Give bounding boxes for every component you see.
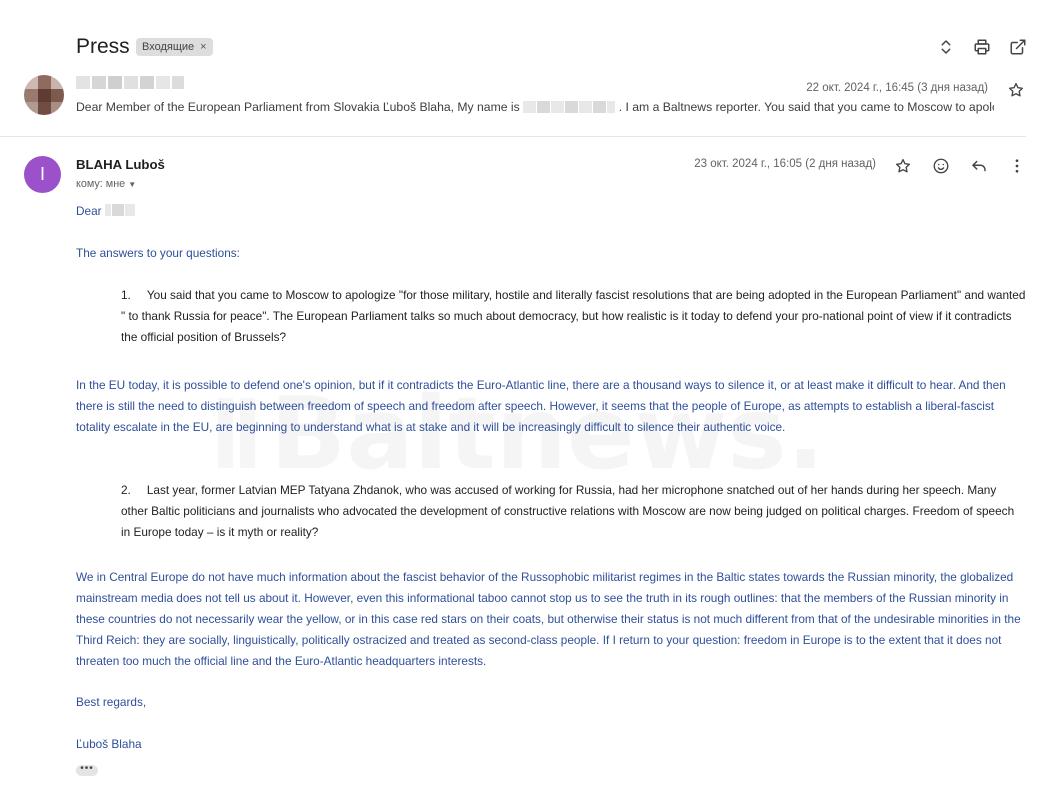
redacted-name: [104, 202, 136, 223]
message-date: 23 окт. 2024 г., 16:05 (2 дня назад): [694, 158, 876, 170]
signature: Ľuboš Blaha: [76, 737, 142, 751]
answer-1: In the EU today, it is possible to defen…: [76, 378, 1006, 434]
question-number: 2.: [121, 483, 131, 497]
recipient-text: кому: мне: [76, 178, 126, 190]
inbox-label-text: Входящие: [142, 41, 195, 53]
sender-name-pixelated: [76, 76, 184, 89]
open-in-new-window-icon[interactable]: [1008, 37, 1028, 57]
expand-collapse-icon[interactable]: [936, 37, 956, 57]
question-1: 1. You said that you came to Moscow to ap…: [121, 285, 1026, 348]
thread-toolbar: [936, 37, 1028, 57]
emoji-reaction-icon[interactable]: [931, 156, 951, 176]
print-icon[interactable]: [972, 37, 992, 57]
question-text: You said that you came to Moscow to apol…: [121, 288, 1026, 344]
snippet-text-end: . I am a Baltnews reporter. You said tha…: [618, 100, 994, 114]
answers-intro: The answers to your questions:: [76, 246, 240, 260]
star-icon[interactable]: [1006, 80, 1026, 100]
greeting: Dear: [76, 201, 139, 223]
answer-2: We in Central Europe do not have much in…: [76, 570, 1021, 668]
question-number: 1.: [121, 288, 131, 302]
redacted-name: [522, 101, 616, 116]
message-snippet[interactable]: Dear Member of the European Parliament f…: [76, 100, 994, 116]
closing: Best regards,: [76, 695, 147, 709]
reply-icon[interactable]: [969, 156, 989, 176]
message-divider: [0, 136, 1026, 137]
message-actions: [893, 156, 1027, 176]
question-2: 2. Last year, former Latvian MEP Tatyana …: [121, 480, 1026, 543]
chevron-down-icon: ▼: [128, 179, 137, 189]
question-text: Last year, former Latvian MEP Tatyana Zh…: [121, 483, 1015, 539]
more-options-icon[interactable]: [1007, 156, 1027, 176]
remove-label-button[interactable]: ×: [200, 41, 206, 53]
sender-name: BLAHA Luboš: [76, 157, 165, 172]
ellipsis-icon: •••: [80, 762, 94, 774]
show-trimmed-content-button[interactable]: •••: [76, 762, 98, 776]
star-icon[interactable]: [893, 156, 913, 176]
recipient-details-toggle[interactable]: кому: мне ▼: [76, 178, 136, 190]
inbox-label-chip[interactable]: Входящие ×: [136, 38, 213, 56]
message-date: 22 окт. 2024 г., 16:45 (3 дня назад): [806, 82, 988, 94]
email-subject: Press: [76, 35, 130, 58]
greeting-text: Dear: [76, 204, 102, 218]
sender-avatar: I: [24, 156, 61, 193]
snippet-text-start: Dear Member of the European Parliament f…: [76, 100, 520, 114]
sender-avatar-pixelated: [24, 75, 64, 115]
